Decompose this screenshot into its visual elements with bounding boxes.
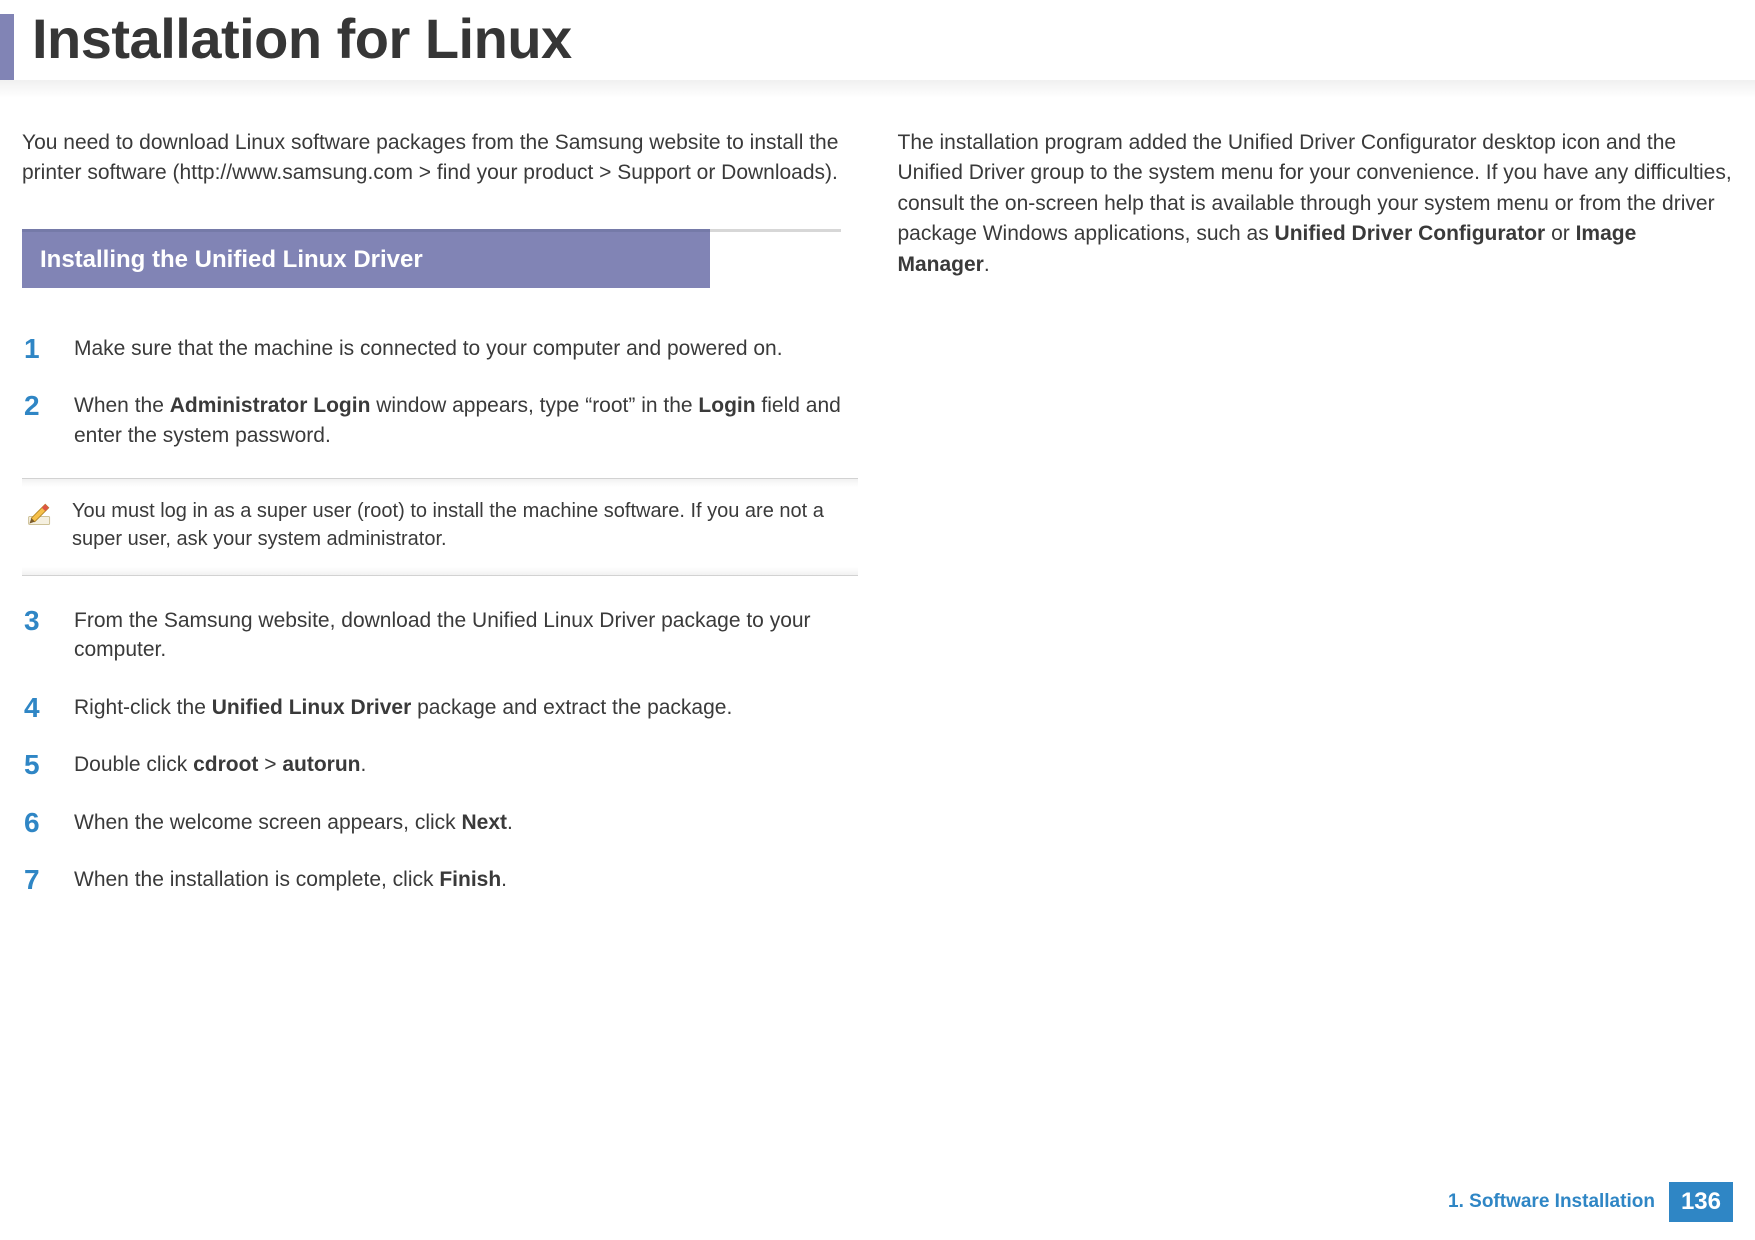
page-header: Installation for Linux <box>0 0 1755 98</box>
step-2: 2 When the Administrator Login window ap… <box>22 391 858 450</box>
note-text: You must log in as a super user (root) t… <box>72 497 850 553</box>
step-number: 3 <box>24 606 52 635</box>
text-segment: . <box>507 811 513 834</box>
step-text: From the Samsung website, download the U… <box>74 606 858 665</box>
text-segment: When the installation is complete, click <box>74 868 439 891</box>
step-3: 3 From the Samsung website, download the… <box>22 606 858 665</box>
page-title: Installation for Linux <box>14 8 572 70</box>
text-segment: package and extract the package. <box>411 696 732 719</box>
text-segment: When the <box>74 394 170 417</box>
text-segment: or <box>1545 222 1575 245</box>
left-column: You need to download Linux software pack… <box>22 128 858 922</box>
note-inner: You must log in as a super user (root) t… <box>22 479 858 575</box>
step-text: Double click cdroot > autorun. <box>74 750 366 779</box>
bold-text: Unified Driver Configurator <box>1275 222 1546 245</box>
bold-text: Unified Linux Driver <box>212 696 412 719</box>
step-number: 6 <box>24 808 52 837</box>
text-segment: . <box>360 753 366 776</box>
note-pencil-icon <box>26 499 54 527</box>
text-segment: Double click <box>74 753 193 776</box>
bold-text: Login <box>698 394 755 417</box>
section-header: Installing the Unified Linux Driver <box>22 229 710 288</box>
bold-text: cdroot <box>193 753 258 776</box>
step-7: 7 When the installation is complete, cli… <box>22 865 858 894</box>
text-segment: window appears, type “root” in the <box>370 394 698 417</box>
step-1: 1 Make sure that the machine is connecte… <box>22 334 858 363</box>
right-paragraph: The installation program added the Unifi… <box>898 128 1734 280</box>
step-number: 4 <box>24 693 52 722</box>
note-box: You must log in as a super user (root) t… <box>22 478 858 576</box>
section-wrap: Installing the Unified Linux Driver <box>22 229 841 314</box>
text-segment: . <box>501 868 507 891</box>
step-6: 6 When the welcome screen appears, click… <box>22 808 858 837</box>
right-column: The installation program added the Unifi… <box>898 128 1734 922</box>
bold-text: Administrator Login <box>170 394 371 417</box>
step-5: 5 Double click cdroot > autorun. <box>22 750 858 779</box>
text-segment: Right-click the <box>74 696 212 719</box>
text-segment: . <box>984 253 990 276</box>
step-number: 7 <box>24 865 52 894</box>
bold-text: Finish <box>439 868 501 891</box>
text-segment: > <box>258 753 282 776</box>
intro-paragraph: You need to download Linux software pack… <box>22 128 858 189</box>
header-bar: Installation for Linux <box>0 8 1755 80</box>
step-text: When the Administrator Login window appe… <box>74 391 858 450</box>
step-text: Make sure that the machine is connected … <box>74 334 783 363</box>
bold-text: Next <box>462 811 508 834</box>
step-number: 2 <box>24 391 52 420</box>
step-number: 1 <box>24 334 52 363</box>
content-columns: You need to download Linux software pack… <box>0 98 1755 922</box>
header-accent-tab <box>0 14 14 80</box>
footer-page-number: 136 <box>1669 1182 1733 1222</box>
bold-text: autorun <box>282 753 360 776</box>
step-text: Right-click the Unified Linux Driver pac… <box>74 693 732 722</box>
page-footer: 1. Software Installation 136 <box>1448 1182 1733 1222</box>
footer-chapter-label: 1. Software Installation <box>1448 1191 1655 1213</box>
step-number: 5 <box>24 750 52 779</box>
step-text: When the welcome screen appears, click N… <box>74 808 513 837</box>
text-segment: When the welcome screen appears, click <box>74 811 462 834</box>
header-shadow <box>0 80 1755 98</box>
step-text: When the installation is complete, click… <box>74 865 507 894</box>
step-4: 4 Right-click the Unified Linux Driver p… <box>22 693 858 722</box>
